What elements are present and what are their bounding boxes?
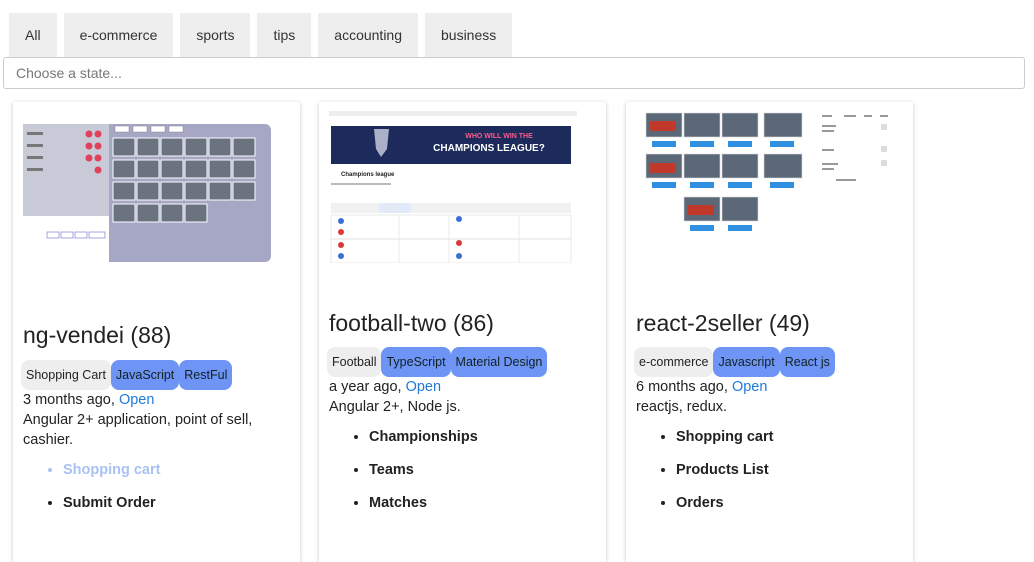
tab-tips[interactable]: tips — [257, 13, 312, 57]
feature-item: Orders — [676, 493, 773, 526]
project-card-react-2seller: react-2seller (49) e-commerce Javascript… — [626, 102, 913, 562]
feature-item: Shopping cart — [63, 460, 160, 493]
feature-item: Shopping cart — [676, 427, 773, 460]
banner-line2: CHAMPIONS LEAGUE? — [433, 143, 545, 154]
tag-list: Football TypeScript Material Design — [327, 347, 548, 377]
thumb-heading: Champions league — [341, 172, 395, 178]
tag[interactable]: TypeScript — [381, 347, 451, 377]
tag-label: React js — [784, 355, 830, 369]
tag-list: e-commerce Javascript React js — [634, 347, 835, 377]
open-link[interactable]: Open — [732, 379, 767, 395]
project-title: react-2seller (49) — [636, 310, 810, 336]
project-age: 6 months ago, — [636, 379, 728, 395]
tag[interactable]: Javascript — [713, 347, 780, 377]
tab-all[interactable]: All — [9, 13, 57, 57]
project-meta: 6 months ago, Open reactjs, redux. — [636, 377, 886, 417]
project-screenshot[interactable]: WHO WILL WIN THE CHAMPIONS LEAGUE? Champ… — [329, 111, 577, 263]
feature-item: Teams — [369, 460, 478, 493]
tag[interactable]: Football — [327, 347, 382, 377]
project-card-ng-vendei: ng-vendei (88) Shopping Cart JavaScript … — [13, 102, 300, 562]
project-age: a year ago, — [329, 379, 402, 395]
tab-accounting[interactable]: accounting — [318, 13, 418, 57]
feature-list: Shopping cart Submit Order — [23, 460, 160, 526]
feature-item: Products List — [676, 460, 773, 493]
tag-label: JavaScript — [115, 368, 175, 382]
banner-line1: WHO WILL WIN THE — [465, 133, 533, 140]
tab-e-commerce[interactable]: e-commerce — [63, 13, 174, 57]
project-screenshot[interactable] — [23, 124, 271, 262]
tag-label: Javascript — [718, 355, 775, 369]
tag-label: RestFul — [184, 368, 228, 382]
tab-business[interactable]: business — [425, 13, 513, 57]
project-meta: a year ago, Open Angular 2+, Node js. — [329, 377, 579, 417]
state-select-input[interactable] — [3, 57, 1025, 89]
project-title: ng-vendei (88) — [23, 322, 172, 348]
tag[interactable]: e-commerce — [634, 347, 714, 377]
feature-list: Shopping cart Products List Orders — [636, 427, 773, 526]
project-description: Angular 2+ application, point of sell, c… — [23, 412, 253, 448]
filter-tabs: All e-commerce sports tips accounting bu… — [9, 13, 513, 57]
project-age: 3 months ago, — [23, 392, 115, 408]
tab-sports[interactable]: sports — [180, 13, 251, 57]
feature-list: Championships Teams Matches — [329, 427, 478, 526]
project-meta: 3 months ago, Open Angular 2+ applicatio… — [23, 390, 273, 450]
tag-list: Shopping Cart JavaScript RestFul — [21, 360, 233, 390]
tag-label: TypeScript — [386, 355, 446, 369]
feature-item: Championships — [369, 427, 478, 460]
feature-item: Matches — [369, 493, 478, 526]
tag[interactable]: Shopping Cart — [21, 360, 111, 390]
tag[interactable]: Material Design — [450, 347, 548, 377]
open-link[interactable]: Open — [406, 379, 441, 395]
tag-label: Material Design — [455, 355, 543, 369]
tag[interactable]: JavaScript — [110, 360, 180, 390]
project-screenshot[interactable] — [636, 111, 892, 241]
project-description: Angular 2+, Node js. — [329, 399, 461, 415]
project-description: reactjs, redux. — [636, 399, 728, 415]
feature-item: Submit Order — [63, 493, 160, 526]
tag[interactable]: RestFul — [179, 360, 233, 390]
project-card-football-two: WHO WILL WIN THE CHAMPIONS LEAGUE? Champ… — [319, 102, 606, 562]
open-link[interactable]: Open — [119, 392, 154, 408]
project-title: football-two (86) — [329, 310, 494, 336]
tag[interactable]: React js — [779, 347, 835, 377]
